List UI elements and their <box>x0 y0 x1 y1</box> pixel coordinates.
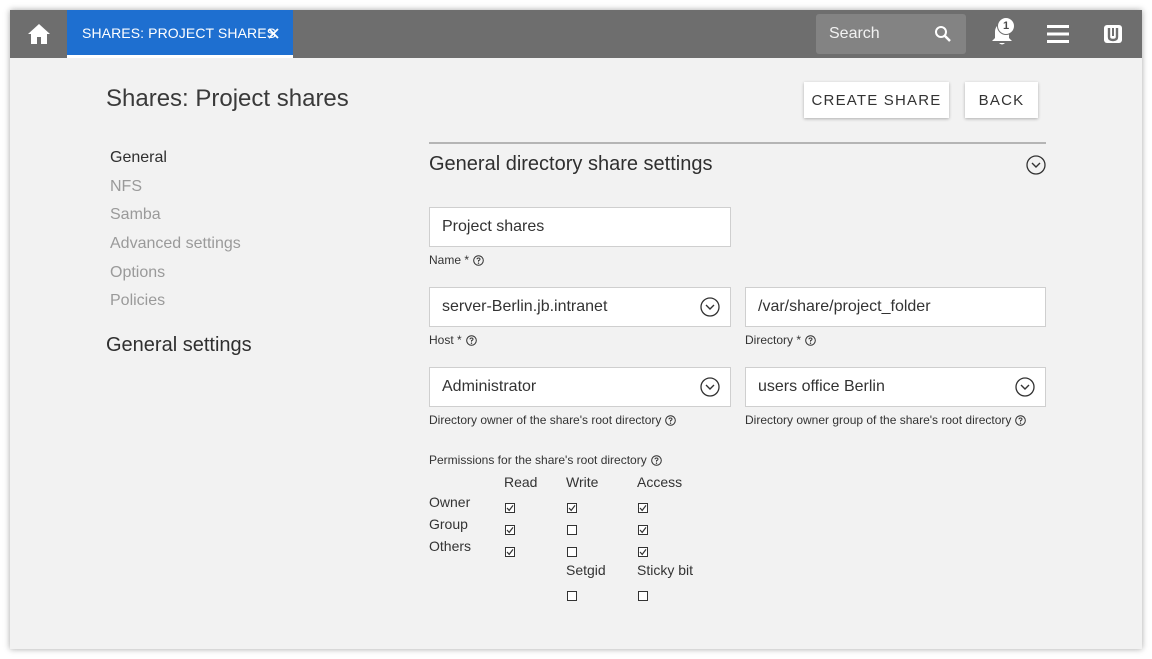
help-icon[interactable] <box>473 254 484 266</box>
nav-item-options[interactable]: Options <box>110 263 241 292</box>
host-value: server-Berlin.jb.intranet <box>442 298 608 315</box>
directory-field[interactable]: /var/share/project_folder <box>745 287 1046 327</box>
nav-item-advanced-settings[interactable]: Advanced settings <box>110 234 241 263</box>
close-icon <box>267 27 279 39</box>
group-label-text: Directory owner group of the share's roo… <box>745 413 1012 427</box>
nav-item-nfs[interactable]: NFS <box>110 177 241 206</box>
back-button[interactable]: BACK <box>965 82 1038 118</box>
sticky-bit-checkbox[interactable] <box>638 588 648 601</box>
permission-checkbox[interactable] <box>505 522 515 535</box>
host-select[interactable]: server-Berlin.jb.intranet <box>429 287 731 327</box>
home-icon <box>27 24 50 44</box>
group-select[interactable]: users office Berlin <box>745 367 1046 407</box>
help-icon[interactable] <box>1015 414 1027 426</box>
permission-checkbox[interactable] <box>638 500 648 513</box>
permissions-title-text: Permissions for the share's root directo… <box>429 453 647 467</box>
help-icon[interactable] <box>650 454 662 466</box>
permission-checkbox[interactable] <box>505 500 515 513</box>
name-label: Name * <box>429 253 484 267</box>
search-box <box>816 14 966 54</box>
menu-icon[interactable] <box>1045 22 1071 46</box>
host-label: Host * <box>429 333 477 347</box>
chevron-down-icon[interactable] <box>1015 377 1035 397</box>
close-tab-button[interactable] <box>263 23 283 43</box>
nav-item-general[interactable]: General <box>110 148 241 177</box>
group-value: users office Berlin <box>758 378 885 395</box>
nav-item-policies[interactable]: Policies <box>110 291 241 320</box>
permission-column-header: Write <box>566 474 599 490</box>
owner-label-text: Directory owner of the share's root dire… <box>429 413 662 427</box>
directory-label: Directory * <box>745 333 816 347</box>
help-icon[interactable] <box>805 334 816 346</box>
app-logo-icon[interactable] <box>1101 22 1125 46</box>
section-title: General directory share settings <box>429 153 713 175</box>
permission-column-header: Access <box>637 474 683 490</box>
name-label-text: Name * <box>429 253 470 267</box>
directory-value: /var/share/project_folder <box>758 298 931 315</box>
tab-project-shares[interactable]: SHARES: PROJECT SHARES <box>67 10 293 58</box>
permission-row-label: Group <box>429 516 468 532</box>
name-value: Project shares <box>442 218 545 235</box>
permission-row-label: Owner <box>429 494 471 510</box>
permissions-title: Permissions for the share's root directo… <box>429 453 662 467</box>
nav-item-samba[interactable]: Samba <box>110 205 241 234</box>
permission-checkbox[interactable] <box>638 544 648 557</box>
permission-checkbox[interactable] <box>567 500 577 513</box>
setgid-label: Setgid <box>566 562 606 578</box>
search-icon[interactable] <box>934 25 952 43</box>
group-label: Directory owner group of the share's roo… <box>745 413 1027 427</box>
search-input[interactable] <box>829 25 939 43</box>
directory-label-text: Directory * <box>745 333 802 347</box>
owner-label: Directory owner of the share's root dire… <box>429 413 677 427</box>
name-field[interactable]: Project shares <box>429 207 731 247</box>
collapse-chevron-icon[interactable] <box>1026 155 1046 175</box>
setgid-checkbox[interactable] <box>567 588 577 601</box>
permission-checkbox[interactable] <box>638 522 648 535</box>
help-icon[interactable] <box>465 334 477 346</box>
permission-checkbox[interactable] <box>567 544 577 557</box>
create-share-button[interactable]: CREATE SHARE <box>804 82 949 118</box>
top-bar: SHARES: PROJECT SHARES 1 <box>10 10 1142 58</box>
tab-label: SHARES: PROJECT SHARES <box>82 24 277 41</box>
page-title: Shares: Project shares <box>106 85 349 112</box>
owner-value: Administrator <box>442 378 537 395</box>
help-icon[interactable] <box>665 414 677 426</box>
permission-column-header: Read <box>504 474 538 490</box>
permission-row-label: Others <box>429 538 472 554</box>
permission-checkbox[interactable] <box>505 544 515 557</box>
chevron-down-icon[interactable] <box>700 377 720 397</box>
app-window: SHARES: PROJECT SHARES 1 <box>10 10 1142 649</box>
notification-badge: 1 <box>997 17 1015 35</box>
home-button[interactable] <box>10 10 67 58</box>
section-divider <box>429 142 1046 144</box>
host-label-text: Host * <box>429 333 462 347</box>
nav-section-general-settings[interactable]: General settings <box>106 334 252 357</box>
chevron-down-icon[interactable] <box>700 297 720 317</box>
owner-select[interactable]: Administrator <box>429 367 731 407</box>
sticky-bit-label: Sticky bit <box>637 562 694 578</box>
side-nav: General NFS Samba Advanced settings Opti… <box>110 148 241 320</box>
permission-checkbox[interactable] <box>567 522 577 535</box>
